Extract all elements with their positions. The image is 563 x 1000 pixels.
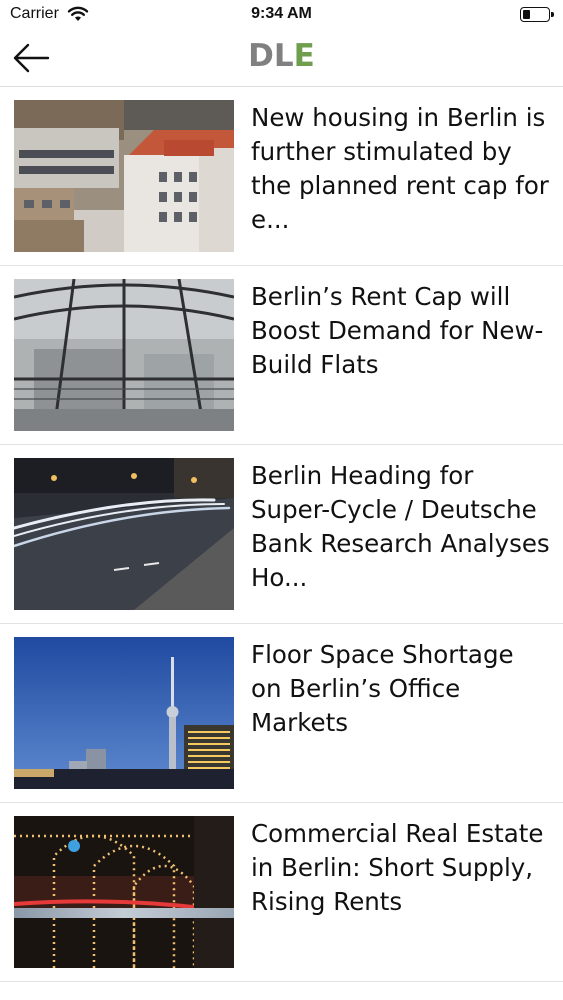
news-thumbnail (14, 100, 234, 252)
news-headline: Berlin Heading for Super-Cycle / Deutsch… (251, 461, 550, 592)
news-headline: Berlin’s Rent Cap will Boost Demand for … (251, 282, 544, 379)
illuminated-arches-photo-icon (14, 816, 234, 968)
navigation-bar: DLE (0, 30, 563, 87)
tv-tower-dusk-photo-icon (14, 637, 234, 789)
news-item[interactable]: Berlin Heading for Super-Cycle / Deutsch… (0, 445, 563, 624)
news-headline: Commercial Real Estate in Berlin: Short … (251, 819, 544, 916)
berlin-rooftops-photo-icon (14, 100, 234, 252)
logo-dl-text: DL (248, 38, 294, 74)
news-item[interactable]: Commercial Real Estate in Berlin: Short … (0, 803, 563, 982)
clock-time: 9:34 AM (251, 5, 312, 22)
news-thumbnail (14, 458, 234, 610)
logo-e-text: E (293, 38, 315, 74)
news-headline: New housing in Berlin is further stimula… (251, 103, 549, 234)
news-thumbnail (14, 637, 234, 789)
news-thumbnail (14, 279, 234, 431)
news-item[interactable]: Floor Space Shortage on Berlin’s Office … (0, 624, 563, 803)
news-thumbnail (14, 816, 234, 968)
news-item[interactable]: Berlin’s Rent Cap will Boost Demand for … (0, 266, 563, 445)
status-bar: Carrier 9:34 AM (0, 0, 563, 30)
glass-dome-photo-icon (14, 279, 234, 431)
news-headline: Floor Space Shortage on Berlin’s Office … (251, 640, 514, 737)
news-thumbnail-partial (14, 908, 234, 918)
app-logo: DLE (0, 38, 563, 74)
news-item[interactable]: New housing in Berlin is further stimula… (0, 87, 563, 266)
news-list: New housing in Berlin is further stimula… (0, 87, 563, 982)
battery-icon (520, 7, 554, 22)
night-street-light-trails-photo-icon (14, 458, 234, 610)
